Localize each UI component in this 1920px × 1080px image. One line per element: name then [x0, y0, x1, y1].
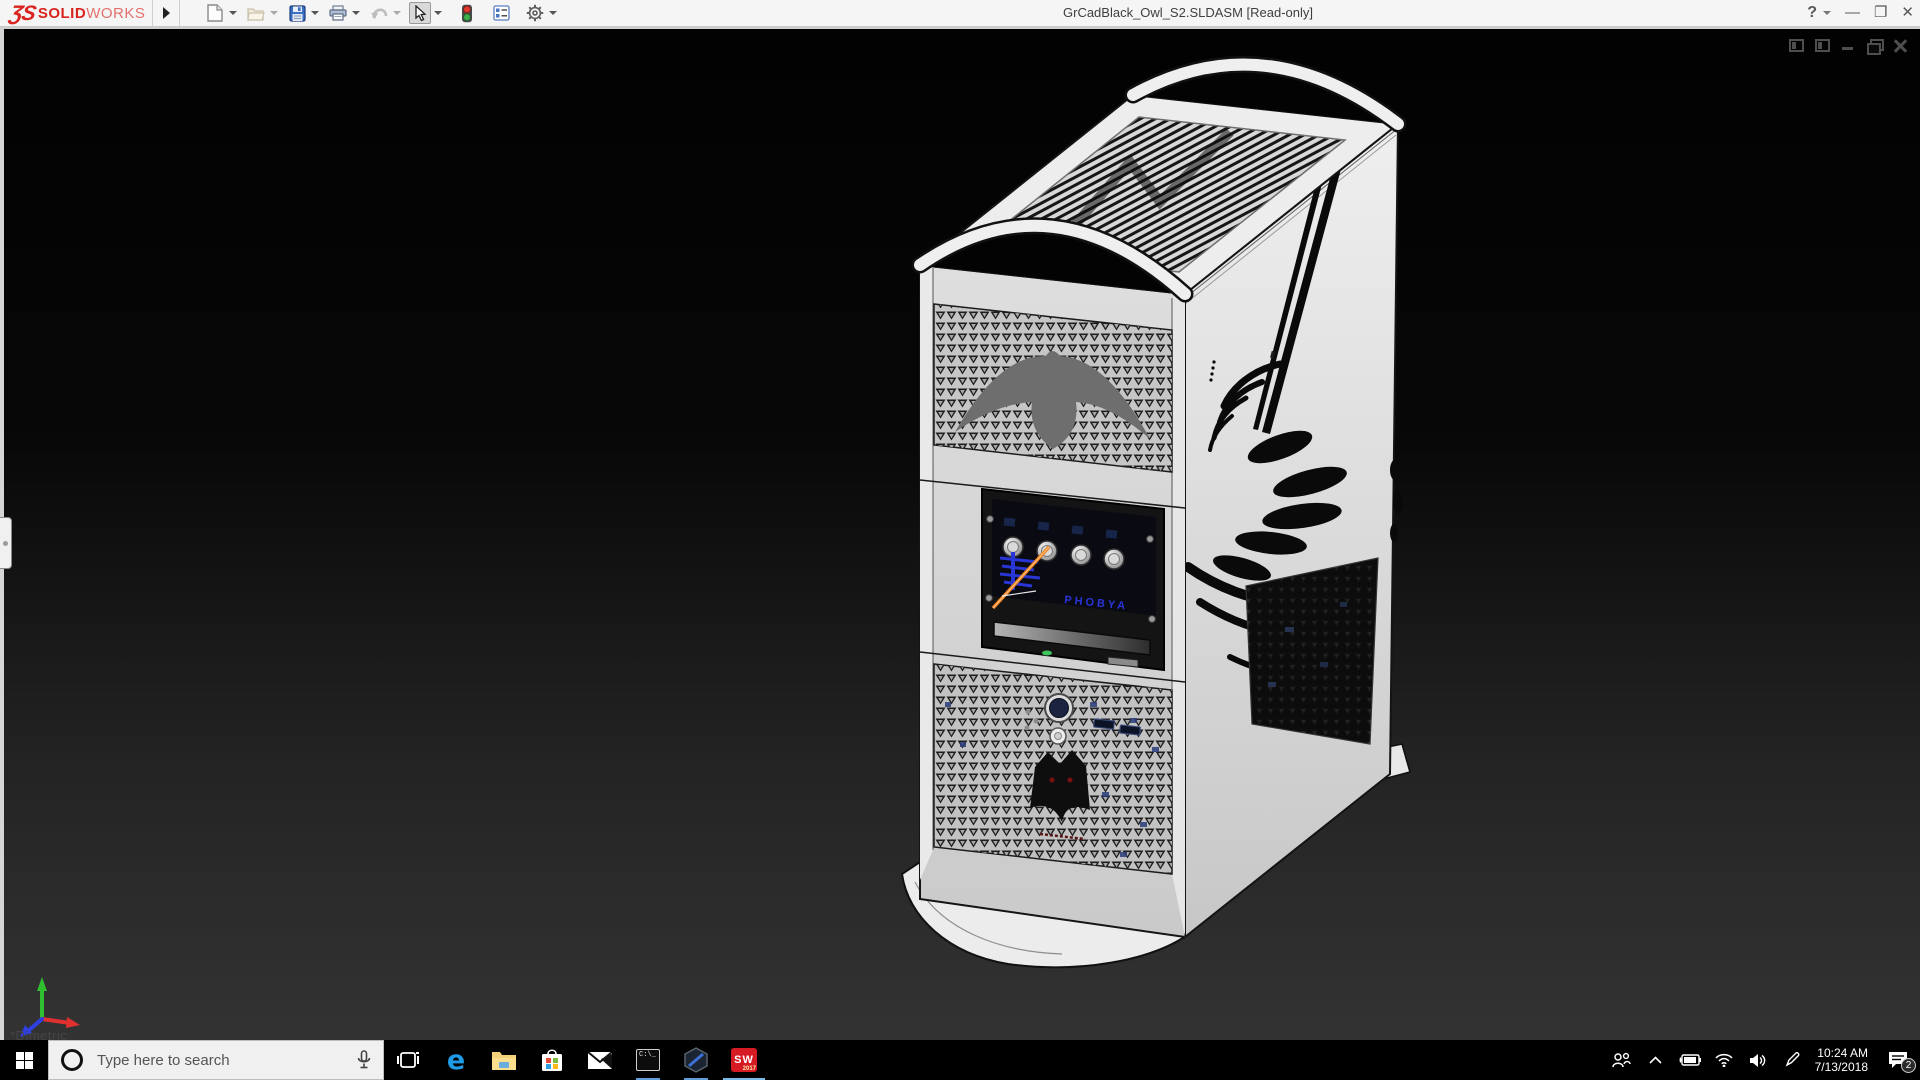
file-properties-button[interactable] — [490, 2, 512, 24]
battery-charging-icon — [1679, 1054, 1701, 1066]
taskbar-app-store[interactable] — [528, 1040, 576, 1080]
close-button[interactable]: ✕ — [1901, 0, 1914, 26]
taskbar-app-file-explorer[interactable] — [480, 1040, 528, 1080]
print-icon — [329, 5, 347, 21]
model-3d-pc-case[interactable]: PHOBYA — [0, 29, 1920, 1040]
titlebar: ƷS SOLIDWORKS — [0, 0, 1920, 27]
taskbar-app-edrawings[interactable] — [672, 1040, 720, 1080]
microsoft-store-icon — [541, 1048, 563, 1072]
start-button[interactable] — [0, 1040, 48, 1080]
clock-time: 10:24 AM — [1815, 1046, 1868, 1060]
rebuild-button[interactable] — [456, 2, 478, 24]
microphone-icon[interactable] — [357, 1050, 371, 1070]
brand-works: WORKS — [86, 5, 145, 22]
taskbar-app-mail[interactable] — [576, 1040, 624, 1080]
search-placeholder: Type here to search — [97, 1052, 357, 1069]
volume-status[interactable] — [1741, 1040, 1775, 1080]
select-caret[interactable] — [434, 11, 442, 15]
taskbar-app-edge[interactable]: e — [432, 1040, 480, 1080]
system-tray: 10:24 AM 7/13/2018 2 — [1605, 1040, 1920, 1080]
flyout-arrow-icon — [163, 7, 170, 19]
x-axis-arrow — [66, 1017, 80, 1028]
clock-date: 7/13/2018 — [1815, 1060, 1868, 1074]
action-center-button[interactable]: 2 — [1876, 1040, 1920, 1080]
people-icon — [1612, 1052, 1631, 1068]
cortana-icon — [61, 1049, 83, 1071]
select-tool-button[interactable] — [409, 2, 431, 24]
rebuild-stoplight-icon — [461, 4, 473, 23]
pen-icon — [1784, 1052, 1800, 1068]
open-folder-icon — [247, 6, 265, 21]
minimize-button[interactable]: — — [1845, 0, 1860, 26]
save-caret[interactable] — [311, 11, 319, 15]
undo-button[interactable] — [368, 2, 390, 24]
windows-taskbar: Type here to search e — [0, 1040, 1920, 1080]
print-button[interactable] — [327, 2, 349, 24]
show-hidden-icons-button[interactable] — [1639, 1040, 1673, 1080]
new-document-button[interactable] — [204, 2, 226, 24]
restore-button[interactable]: ❐ — [1874, 0, 1887, 26]
edrawings-icon — [683, 1047, 709, 1073]
undo-caret[interactable] — [393, 11, 401, 15]
print-caret[interactable] — [352, 11, 360, 15]
file-explorer-icon — [491, 1050, 517, 1071]
case-front-panel[interactable]: PHOBYA — [920, 265, 1185, 937]
solidworks-2017-icon: SW 2017 — [731, 1048, 757, 1072]
reset-button[interactable] — [1050, 728, 1066, 744]
solidworks-logo-icon: ƷS — [7, 2, 37, 26]
undo-icon — [370, 6, 388, 20]
power-button[interactable] — [1045, 694, 1073, 722]
taskbar-app-solidworks[interactable]: SW 2017 — [720, 1040, 768, 1080]
file-properties-icon — [493, 5, 510, 21]
drive-led — [1042, 651, 1052, 656]
new-document-icon — [207, 4, 223, 22]
window-controls: ? — ❐ ✕ — [1807, 0, 1914, 26]
edge-icon: e — [447, 1047, 465, 1074]
people-button[interactable] — [1605, 1040, 1639, 1080]
windows-ink-workspace[interactable] — [1775, 1040, 1809, 1080]
options-gear-icon — [526, 4, 544, 22]
options-caret[interactable] — [549, 11, 557, 15]
menu-flyout-button[interactable] — [152, 0, 180, 26]
battery-status[interactable] — [1673, 1040, 1707, 1080]
taskbar-app-command-prompt[interactable]: C:\_ — [624, 1040, 672, 1080]
front-lower-mesh — [934, 664, 1172, 874]
task-view-button[interactable] — [384, 1040, 432, 1080]
help-button[interactable]: ? — [1807, 0, 1817, 26]
taskbar-search-box[interactable]: Type here to search — [48, 1040, 384, 1080]
document-title: GrCadBlack_Owl_S2.SLDASM [Read-only] — [1063, 5, 1313, 20]
command-prompt-icon: C:\_ — [636, 1049, 660, 1071]
y-axis-arrow — [37, 977, 47, 991]
open-button[interactable] — [245, 2, 267, 24]
drive-bay[interactable]: PHOBYA — [982, 489, 1164, 670]
network-status[interactable] — [1707, 1040, 1741, 1080]
quick-toolbar — [196, 0, 557, 26]
brand-solid: SOLID — [38, 5, 86, 22]
new-caret[interactable] — [229, 11, 237, 15]
front-upper-mesh — [934, 304, 1172, 472]
chevron-up-icon — [1649, 1056, 1662, 1064]
notification-badge: 2 — [1901, 1058, 1916, 1073]
save-button[interactable] — [286, 2, 308, 24]
wifi-icon — [1715, 1053, 1733, 1067]
side-vent-mesh — [1246, 558, 1378, 744]
taskbar-clock[interactable]: 10:24 AM 7/13/2018 — [1815, 1046, 1868, 1074]
open-caret[interactable] — [270, 11, 278, 15]
solidworks-logo: ƷS SOLIDWORKS — [10, 1, 145, 26]
task-view-icon — [397, 1050, 419, 1070]
mail-icon — [587, 1051, 613, 1070]
options-button[interactable] — [524, 2, 546, 24]
view-orientation-label: *Dimetric — [10, 1028, 67, 1040]
graphics-viewport[interactable]: PHOBYA — [0, 27, 1920, 1040]
help-caret[interactable] — [1823, 11, 1831, 15]
select-cursor-icon — [414, 5, 427, 22]
windows-logo-icon — [16, 1052, 33, 1069]
volume-icon — [1749, 1053, 1767, 1068]
save-floppy-icon — [289, 5, 306, 22]
orientation-triad — [12, 947, 104, 1039]
